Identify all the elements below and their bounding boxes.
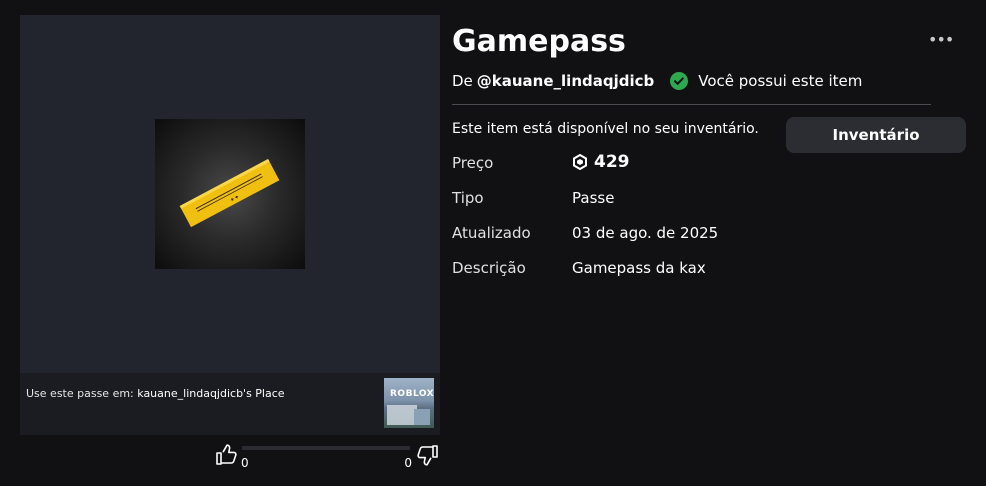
place-thumb-building	[387, 405, 417, 425]
price-amount: 429	[594, 152, 630, 172]
place-link-text: Use este passe em: kauane_lindaqjdicb's …	[26, 387, 285, 400]
type-label: Tipo	[452, 189, 484, 207]
inventory-button[interactable]: Inventário	[786, 117, 966, 153]
creator-link[interactable]: @kauane_lindaqjdicb	[477, 72, 654, 90]
description-label: Descrição	[452, 259, 526, 277]
updated-value: 03 de ago. de 2025	[572, 224, 719, 242]
type-value: Passe	[572, 189, 615, 207]
availability-text: Este item está disponível no seu inventá…	[452, 121, 759, 137]
gamepass-ticket-image: ✦✦	[155, 119, 305, 269]
vote-section: 0 0	[214, 442, 440, 472]
upvote-count: 0	[241, 456, 249, 470]
more-options-icon[interactable]: •••	[928, 30, 954, 50]
robux-icon	[573, 154, 587, 170]
roblox-logo: ROBLOX	[390, 389, 434, 399]
creator-byline: De @kauane_lindaqjdicb Você possui este …	[452, 72, 862, 90]
place-thumbnail[interactable]: ROBLOX	[384, 378, 434, 428]
description-value: Gamepass da kax	[572, 259, 706, 277]
item-thumbnail-panel: ✦✦ Use este passe em: kauane_lindaqjdicb…	[20, 15, 440, 435]
thumbs-up-icon[interactable]	[214, 442, 240, 468]
place-name-link[interactable]: kauane_lindaqjdicb's Place	[137, 387, 284, 400]
price-value: 429	[572, 152, 630, 172]
updated-label: Atualizado	[452, 224, 531, 242]
price-label: Preço	[452, 154, 494, 172]
divider	[452, 104, 931, 105]
ticket-icon: ✦✦	[179, 159, 280, 228]
thumbs-down-icon[interactable]	[414, 442, 440, 468]
owned-status-text: Você possui este item	[698, 72, 863, 90]
vote-ratio-bar	[242, 446, 410, 450]
place-prefix: Use este passe em:	[26, 387, 134, 400]
place-bar: Use este passe em: kauane_lindaqjdicb's …	[20, 373, 440, 435]
item-title: Gamepass	[452, 24, 626, 59]
place-thumb-building-2	[414, 409, 430, 425]
by-prefix: De	[452, 72, 473, 90]
downvote-count: 0	[404, 456, 412, 470]
owned-check-icon	[670, 72, 689, 90]
